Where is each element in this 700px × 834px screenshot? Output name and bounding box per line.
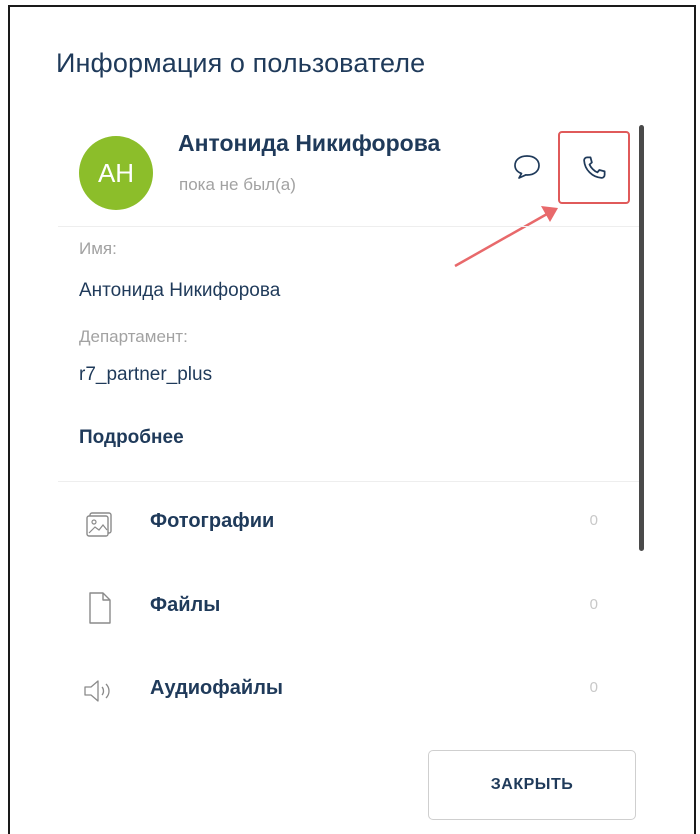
media-row-files[interactable]: Файлы 0 [70,578,610,638]
media-label: Фотографии [150,510,275,532]
avatar: АН [79,136,153,210]
chat-button[interactable] [510,150,544,184]
media-count: 0 [589,596,598,613]
scrollbar[interactable] [639,125,644,551]
file-icon [80,588,120,628]
media-label: Аудиофайлы [150,677,283,699]
close-button-label: ЗАКРЫТЬ [490,776,574,793]
user-status: пока не был(а) [179,175,296,194]
department-value: r7_partner_plus [79,364,213,385]
name-label: Имя: [79,239,117,258]
dialog-title: Информация о пользователе [56,48,426,78]
media-count: 0 [589,512,598,529]
audio-icon [80,671,120,711]
divider [58,226,641,227]
media-row-photos[interactable]: Фотографии 0 [70,494,610,554]
department-label: Департамент: [79,327,188,346]
user-name: Антонида Никифорова [178,130,441,156]
media-row-audio[interactable]: Аудиофайлы 0 [70,661,610,721]
more-details-link[interactable]: Подробнее [79,427,184,449]
name-value: Антонида Никифорова [79,280,281,301]
divider [58,481,641,482]
media-label: Файлы [150,594,221,616]
call-button[interactable] [558,131,630,204]
photo-icon [80,504,120,544]
chat-bubble-icon [514,155,540,179]
avatar-initials: АН [97,157,135,188]
media-count: 0 [589,679,598,696]
close-button[interactable]: ЗАКРЫТЬ [428,750,636,820]
phone-icon [583,156,606,179]
